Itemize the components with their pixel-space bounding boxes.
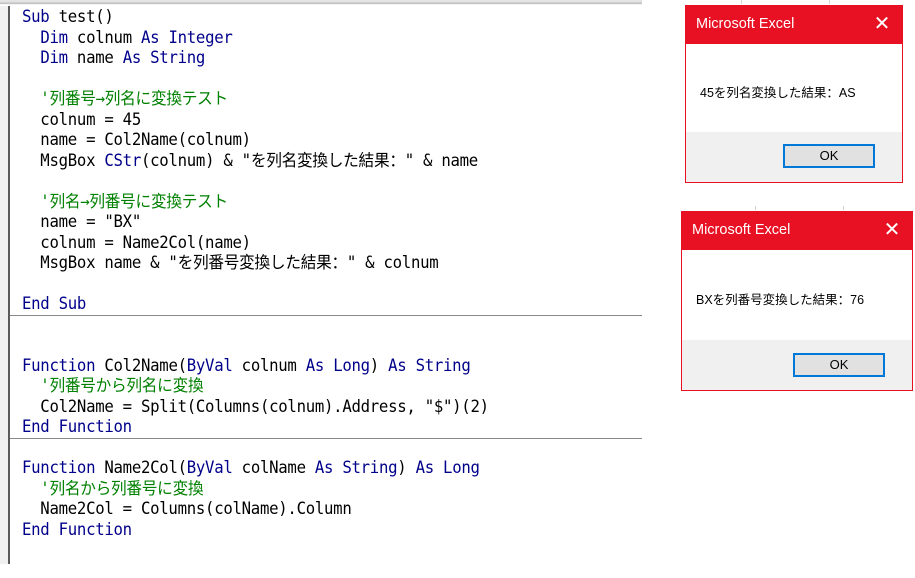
procedure-sub-test[interactable]: Sub test() Dim colnum As Integer Dim nam… xyxy=(10,7,642,316)
code-line[interactable]: MsgBox CStr(colnum) & "を列名変換した結果：" & nam… xyxy=(22,151,611,172)
code-line[interactable]: Sub test() xyxy=(22,7,611,28)
code-line[interactable]: Function Col2Name(ByVal colnum As Long) … xyxy=(22,356,611,377)
code-line[interactable]: '列名→列番号に変換テスト xyxy=(22,192,611,213)
code-text: (colnum) & "を列名変換した結果：" & name xyxy=(141,150,478,170)
code-text: name = Col2Name(colnum) xyxy=(22,130,251,149)
code-line[interactable]: MsgBox name & "を列番号変換した結果：" & colnum xyxy=(22,253,611,274)
code-line[interactable]: Function Name2Col(ByVal colName As Strin… xyxy=(22,458,611,479)
dialog-title: Microsoft Excel xyxy=(696,16,795,32)
code-keyword: ByVal xyxy=(186,355,233,375)
dialog-title-bar[interactable]: Microsoft Excel ✕ xyxy=(682,212,912,250)
code-keyword: As Long xyxy=(305,355,370,375)
code-text: MsgBox name & "を列番号変換した結果：" & colnum xyxy=(22,253,439,272)
code-window-top-border xyxy=(0,0,642,6)
code-text: colnum = 45 xyxy=(22,109,141,129)
procedure-function-col2name[interactable]: Function Col2Name(ByVal colnum As Long) … xyxy=(10,315,642,439)
code-keyword: End Function xyxy=(22,417,132,436)
msgbox-dialog-name2col[interactable]: Microsoft Excel ✕ BXを列番号変換した結果：76 OK xyxy=(681,211,913,391)
code-line[interactable]: Name2Col = Columns(colName).Column xyxy=(22,499,611,520)
code-text: colnum xyxy=(232,355,306,375)
code-line[interactable]: name = Col2Name(colnum) xyxy=(22,130,611,151)
procedure-function-name2col[interactable]: Function Name2Col(ByVal colName As Strin… xyxy=(22,438,642,541)
code-line[interactable]: colnum = Name2Col(name) xyxy=(22,233,611,254)
code-line[interactable]: '列番号から列名に変換 xyxy=(22,376,611,397)
code-keyword: CStr xyxy=(104,150,142,170)
code-line[interactable]: End Function xyxy=(22,520,611,541)
code-text: colnum xyxy=(67,27,142,47)
code-area[interactable]: Sub test() Dim colnum As Integer Dim nam… xyxy=(10,7,642,541)
blank-code-line[interactable] xyxy=(22,171,611,192)
code-text: test() xyxy=(49,7,114,26)
code-line[interactable]: End Sub xyxy=(22,294,611,315)
code-window-margin-bar[interactable] xyxy=(0,6,10,564)
code-keyword: As Long xyxy=(415,458,480,477)
code-text: Name2Col( xyxy=(95,458,187,477)
code-keyword: End Sub xyxy=(22,294,87,313)
code-keyword: Sub xyxy=(22,7,50,26)
msgbox-dialog-col2name[interactable]: Microsoft Excel ✕ 45を列名変換した結果：AS OK xyxy=(685,5,903,183)
dialog-title: Microsoft Excel xyxy=(692,222,791,238)
code-text: ) xyxy=(369,355,389,375)
code-text: colName xyxy=(232,458,315,477)
code-text: Name2Col = Columns(colName).Column xyxy=(22,499,352,518)
code-comment: '列名から列番号に変換 xyxy=(22,478,204,498)
sheet-gridline xyxy=(843,206,844,210)
code-keyword: As String xyxy=(122,48,206,67)
code-keyword: As Integer xyxy=(141,27,233,47)
sheet-gridline xyxy=(741,0,742,4)
code-text: Col2Name = Split(Columns(colnum).Address… xyxy=(22,396,489,416)
code-text: ) xyxy=(397,458,416,477)
code-keyword: Dim xyxy=(40,48,68,67)
sheet-gridline xyxy=(755,206,756,210)
ok-button[interactable]: OK xyxy=(783,144,875,168)
blank-code-line[interactable] xyxy=(22,274,611,295)
blank-code-line[interactable] xyxy=(22,335,611,356)
dialog-message: BXを列番号変換した結果：76 xyxy=(696,293,865,307)
ok-button[interactable]: OK xyxy=(793,353,885,377)
code-text: name xyxy=(67,48,123,67)
code-text: name = "BX" xyxy=(22,212,141,231)
code-keyword: End Function xyxy=(22,519,132,539)
close-icon[interactable]: ✕ xyxy=(880,218,904,242)
code-keyword: As String xyxy=(388,355,471,375)
dialog-title-bar[interactable]: Microsoft Excel ✕ xyxy=(686,6,902,44)
code-line[interactable]: '列番号→列名に変換テスト xyxy=(22,89,611,110)
code-keyword: As String xyxy=(314,458,398,477)
blank-code-line[interactable] xyxy=(22,69,611,90)
code-keyword: Dim xyxy=(40,27,68,47)
code-line[interactable]: name = "BX" xyxy=(22,212,611,233)
code-text: colnum = Name2Col(name) xyxy=(22,232,251,252)
vba-code-window[interactable]: Sub test() Dim colnum As Integer Dim nam… xyxy=(0,0,642,564)
code-line[interactable]: End Function xyxy=(22,417,611,438)
code-line[interactable]: '列名から列番号に変換 xyxy=(22,479,611,500)
dialog-footer: OK xyxy=(686,132,902,182)
code-comment: '列番号→列名に変換テスト xyxy=(22,89,228,108)
code-keyword: Function xyxy=(22,355,96,375)
close-icon[interactable]: ✕ xyxy=(870,12,894,36)
code-line[interactable]: Dim colnum As Integer xyxy=(22,28,611,49)
code-line[interactable]: Dim name As String xyxy=(22,48,611,69)
sheet-gridline xyxy=(829,0,830,4)
code-keyword: Function xyxy=(22,458,96,477)
code-comment: '列名→列番号に変換テスト xyxy=(22,191,228,211)
code-text: Col2Name( xyxy=(95,355,187,375)
code-comment: '列番号から列名に変換 xyxy=(22,376,204,395)
dialog-footer: OK xyxy=(682,340,912,390)
dialog-message: 45を列名変換した結果：AS xyxy=(700,86,856,100)
code-keyword: ByVal xyxy=(186,458,233,477)
code-line[interactable]: colnum = 45 xyxy=(22,110,611,131)
code-text: MsgBox xyxy=(22,150,105,170)
blank-code-line[interactable] xyxy=(22,438,611,459)
code-line[interactable]: Col2Name = Split(Columns(colnum).Address… xyxy=(22,397,611,418)
blank-code-line[interactable] xyxy=(22,315,611,336)
